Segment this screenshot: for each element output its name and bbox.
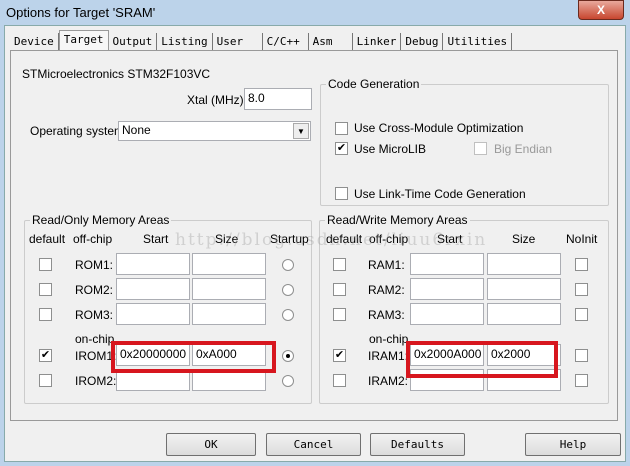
ram-start-input[interactable]: [410, 253, 484, 275]
rom-row-label: ROM2:: [75, 283, 114, 297]
rom-start-input[interactable]: [116, 253, 190, 275]
ram-size-input[interactable]: [487, 253, 561, 275]
startup-radio[interactable]: [282, 309, 294, 321]
close-button[interactable]: X: [578, 0, 624, 20]
device-name: STMicroelectronics STM32F103VC: [22, 67, 211, 81]
ltcg-checkbox[interactable]: [335, 187, 348, 200]
noinit-checkbox[interactable]: [575, 258, 588, 271]
ram-size-input[interactable]: [487, 278, 561, 300]
ram-row-label: RAM1:: [368, 258, 405, 272]
ram-title: Read/Write Memory Areas: [325, 213, 470, 227]
os-select[interactable]: None ▼: [118, 121, 311, 141]
tab-user[interactable]: User: [213, 33, 263, 50]
noinit-checkbox[interactable]: [575, 374, 588, 387]
highlight-irom1: [111, 341, 276, 373]
tab-debug[interactable]: Debug: [401, 33, 444, 50]
rom-default-checkbox[interactable]: [39, 258, 52, 271]
rom-title: Read/Only Memory Areas: [30, 213, 172, 227]
ok-button[interactable]: OK: [166, 433, 256, 456]
rom-header-start: Start: [143, 232, 169, 246]
tab-target[interactable]: Target: [58, 30, 109, 50]
tab-linker[interactable]: Linker: [353, 33, 402, 50]
tab-listing[interactable]: Listing: [157, 33, 213, 50]
rom-default-checkbox[interactable]: [39, 374, 52, 387]
startup-radio[interactable]: [282, 284, 294, 296]
rom-onchip-label: on-chip: [75, 332, 115, 346]
cross-module-checkbox[interactable]: [335, 122, 348, 135]
startup-radio[interactable]: [282, 259, 294, 271]
ltcg-label: Use Link-Time Code Generation: [354, 187, 526, 201]
big-endian-checkbox[interactable]: [474, 142, 487, 155]
rom-start-input[interactable]: [116, 303, 190, 325]
os-label: Operating system:: [30, 124, 128, 138]
ram-header-noinit: NoInit: [566, 232, 598, 246]
rom-default-checkbox[interactable]: ✔: [39, 349, 52, 362]
noinit-checkbox[interactable]: [575, 349, 588, 362]
window-title: Options for Target 'SRAM': [6, 5, 156, 20]
tab-asm[interactable]: Asm: [309, 33, 353, 50]
rom-row-label: ROM3:: [75, 308, 114, 322]
tab-device[interactable]: Device: [10, 33, 59, 50]
rom-size-input[interactable]: [192, 253, 266, 275]
ram-row-label: IRAM1:: [368, 349, 409, 363]
rom-size-input[interactable]: [192, 303, 266, 325]
ram-row-label: IRAM2:: [368, 374, 409, 388]
microlib-checkbox[interactable]: ✔: [335, 142, 348, 155]
rom-start-input[interactable]: [116, 278, 190, 300]
cross-module-label: Use Cross-Module Optimization: [354, 121, 524, 135]
highlight-iram1: [406, 341, 558, 378]
tab-cpp[interactable]: C/C++: [263, 33, 309, 50]
tab-utilities[interactable]: Utilities: [443, 33, 513, 50]
ram-default-checkbox[interactable]: [333, 258, 346, 271]
rom-row-label: ROM1:: [75, 258, 114, 272]
tab-output[interactable]: Output: [109, 33, 158, 50]
ram-default-checkbox[interactable]: [333, 283, 346, 296]
noinit-checkbox[interactable]: [575, 308, 588, 321]
noinit-checkbox[interactable]: [575, 283, 588, 296]
tab-strip: Device Target Output Listing User C/C++ …: [10, 30, 513, 51]
rom-row-label: IROM2:: [75, 374, 117, 388]
chevron-down-icon[interactable]: ▼: [293, 123, 309, 139]
big-endian-label: Big Endian: [494, 142, 553, 156]
cancel-button[interactable]: Cancel: [266, 433, 361, 456]
watermark: http://blog.csdn.net/liuu6rxin: [175, 230, 488, 250]
xtal-input[interactable]: 8.0: [244, 88, 312, 110]
xtal-label: Xtal (MHz):: [187, 93, 247, 107]
rom-default-checkbox[interactable]: [39, 308, 52, 321]
rom-default-checkbox[interactable]: [39, 283, 52, 296]
ram-size-input[interactable]: [487, 303, 561, 325]
startup-radio[interactable]: [282, 375, 294, 387]
startup-radio[interactable]: [282, 350, 294, 362]
defaults-button[interactable]: Defaults: [370, 433, 465, 456]
ram-default-checkbox[interactable]: ✔: [333, 349, 346, 362]
ram-default-checkbox[interactable]: [333, 374, 346, 387]
ram-default-checkbox[interactable]: [333, 308, 346, 321]
microlib-label: Use MicroLIB: [354, 142, 427, 156]
rom-size-input[interactable]: [192, 278, 266, 300]
rom-header-offchip: off-chip: [73, 232, 113, 246]
ram-row-label: RAM3:: [368, 308, 405, 322]
code-generation-title: Code Generation: [326, 77, 422, 91]
ram-row-label: RAM2:: [368, 283, 405, 297]
code-generation-group: Code Generation Use Cross-Module Optimiz…: [320, 77, 609, 206]
help-button[interactable]: Help: [525, 433, 621, 456]
ram-start-input[interactable]: [410, 278, 484, 300]
ram-start-input[interactable]: [410, 303, 484, 325]
ram-onchip-label: on-chip: [369, 332, 409, 346]
os-value: None: [122, 123, 151, 137]
rom-header-default: default: [29, 232, 66, 246]
ram-header-size: Size: [512, 232, 536, 246]
